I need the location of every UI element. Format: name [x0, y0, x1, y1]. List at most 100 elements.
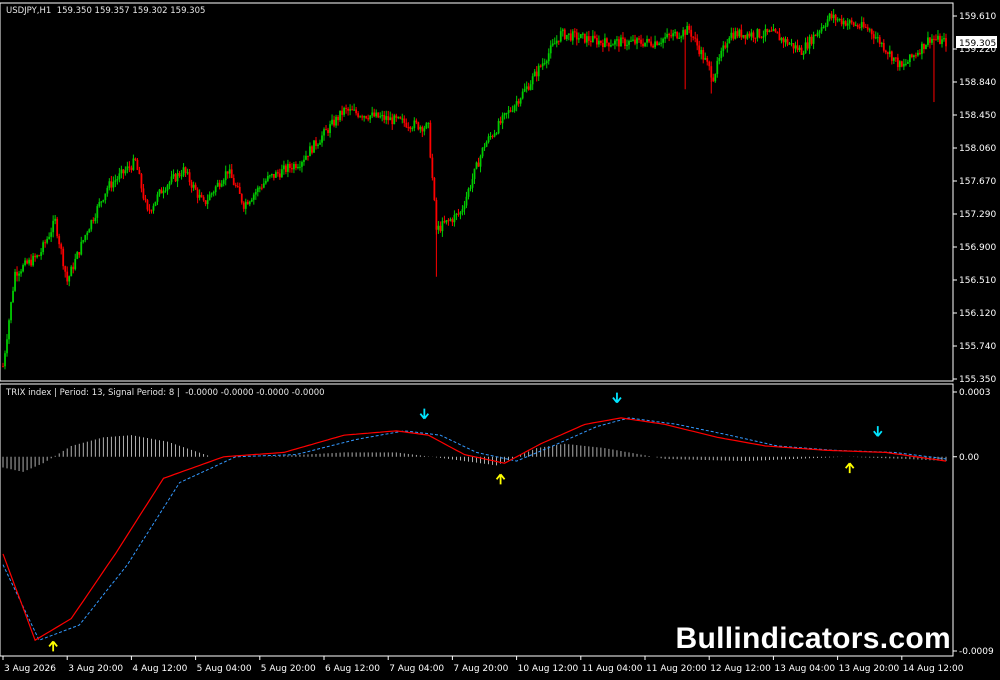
- candle-body: [164, 190, 167, 192]
- candle-body: [537, 65, 540, 77]
- candle-body: [297, 166, 299, 169]
- price-label: 156.510: [959, 276, 996, 286]
- candle-body: [335, 116, 337, 126]
- candle-body: [184, 167, 187, 173]
- indicator-scale-label: 0.00: [959, 453, 979, 463]
- candle-body: [776, 31, 779, 34]
- candle-body: [6, 339, 8, 354]
- candle-body: [515, 101, 518, 106]
- candle-body: [50, 232, 53, 237]
- candle-body: [628, 41, 630, 45]
- candle-body: [361, 116, 364, 118]
- candle-body: [423, 128, 426, 132]
- candle-body: [150, 210, 153, 212]
- candle-body: [451, 219, 454, 223]
- candle-body: [491, 136, 494, 138]
- candle-body: [186, 172, 189, 174]
- candle-body: [260, 187, 263, 189]
- candle-body: [700, 50, 703, 55]
- candle-body: [581, 33, 584, 35]
- candle-body: [403, 118, 406, 123]
- candle-body: [770, 30, 773, 32]
- candle-body: [896, 57, 899, 68]
- candle-body: [561, 29, 564, 32]
- candle-body: [718, 57, 721, 61]
- candle-body: [323, 129, 325, 136]
- candle-body: [519, 98, 522, 104]
- candle-body: [555, 40, 558, 44]
- candle-body: [32, 255, 34, 266]
- candle-body: [654, 41, 656, 48]
- candle-body: [204, 200, 207, 205]
- candle-body: [270, 173, 273, 176]
- candle-body: [252, 194, 255, 200]
- price-label: 157.290: [959, 210, 996, 220]
- candle-body: [88, 229, 91, 233]
- candle-body: [712, 77, 715, 82]
- candle-body: [884, 50, 887, 53]
- candle-body: [836, 19, 839, 21]
- candle-body: [168, 182, 171, 186]
- candle-body: [634, 39, 636, 44]
- candle-body: [716, 60, 719, 75]
- candle-body: [415, 120, 418, 123]
- price-label: 156.120: [959, 309, 996, 319]
- candle-body: [814, 34, 817, 36]
- candle-body: [349, 109, 352, 111]
- price-label: 155.350: [959, 375, 996, 385]
- candle-body: [2, 366, 4, 368]
- indicator-scale-label: 0.0003: [959, 388, 991, 398]
- candle-body: [439, 225, 442, 232]
- candle-body: [509, 110, 512, 112]
- candle-body: [52, 220, 55, 233]
- candle-body: [666, 34, 669, 38]
- candle-body: [399, 116, 402, 119]
- candle-body: [525, 86, 528, 89]
- candle-body: [142, 188, 145, 199]
- candle-body: [431, 157, 434, 178]
- candle-body: [132, 158, 135, 170]
- candle-body: [921, 43, 923, 54]
- candle-body: [630, 40, 632, 42]
- candle-body: [385, 116, 388, 120]
- time-label: 3 Aug 20:00: [68, 664, 123, 674]
- candle-body: [419, 126, 422, 130]
- candle-body: [417, 122, 420, 130]
- candle-body: [351, 109, 354, 111]
- candle-body: [738, 29, 741, 37]
- candle-body: [774, 29, 777, 32]
- candle-body: [624, 38, 626, 47]
- candle-body: [30, 259, 32, 266]
- candle-body: [644, 42, 646, 47]
- candle-body: [427, 122, 430, 124]
- candle-body: [220, 183, 223, 187]
- candle-body: [507, 110, 510, 114]
- candle-body: [640, 39, 642, 44]
- candle-body: [915, 55, 917, 57]
- candle-body: [387, 116, 390, 121]
- candle-body: [919, 52, 921, 54]
- time-label: 14 Aug 12:00: [903, 664, 964, 674]
- candle-body: [357, 113, 360, 117]
- candle-body: [188, 172, 191, 183]
- candle-body: [754, 37, 757, 39]
- indicator-header: TRIX index | Period: 13, Signal Period: …: [6, 388, 325, 398]
- candle-body: [112, 181, 115, 188]
- candle-body: [76, 252, 79, 259]
- time-label: 6 Aug 12:00: [325, 664, 380, 674]
- candle-body: [858, 27, 861, 29]
- candle-body: [904, 63, 907, 65]
- candle-body: [266, 175, 269, 181]
- candle-body: [443, 221, 446, 223]
- candle-body: [830, 13, 833, 19]
- candle-body: [70, 266, 73, 277]
- candle-body: [353, 109, 356, 111]
- candle-body: [927, 37, 929, 45]
- candle-body: [299, 166, 301, 168]
- candle-body: [736, 31, 739, 37]
- candle-body: [589, 40, 592, 43]
- chart-window[interactable]: 159.610159.220158.840158.450158.060157.6…: [0, 0, 1000, 680]
- candle-body: [228, 169, 231, 174]
- candle-body: [610, 45, 612, 47]
- candle-body: [92, 220, 95, 222]
